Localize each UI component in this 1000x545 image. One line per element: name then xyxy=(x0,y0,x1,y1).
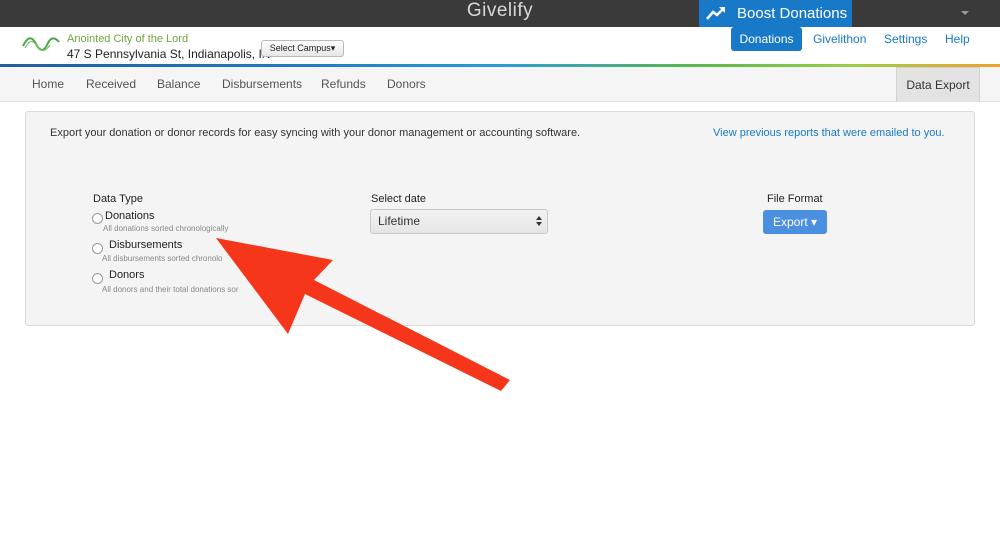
tab-donors[interactable]: Donors xyxy=(387,67,426,102)
option-disbursements-desc: All disbursements sorted chronolo xyxy=(102,254,223,263)
option-donations-label: Donations xyxy=(105,210,155,222)
radio-disbursements[interactable] xyxy=(92,243,103,254)
org-header: Anointed City of the Lord 47 S Pennsylva… xyxy=(0,27,1000,64)
tab-disbursements[interactable]: Disbursements xyxy=(222,67,302,102)
date-select-value: Lifetime xyxy=(378,214,421,228)
boost-donations-button[interactable]: Boost Donations xyxy=(699,0,852,27)
radio-donors[interactable] xyxy=(92,273,103,284)
top-bar: Givelify Boost Donations xyxy=(0,0,1000,27)
chevron-down-icon[interactable] xyxy=(958,8,972,18)
tab-balance[interactable]: Balance xyxy=(157,67,200,102)
option-donors-desc: All donors and their total donations sor xyxy=(102,285,239,294)
radio-donations[interactable] xyxy=(92,213,103,224)
church-address: 47 S Pennsylvania St, Indianapolis, IN xyxy=(67,47,271,61)
select-date-label: Select date xyxy=(371,193,427,205)
file-format-label: File Format xyxy=(767,193,823,205)
nav-givelithon[interactable]: Givelithon xyxy=(813,27,866,51)
select-campus-button[interactable]: Select Campus▾ xyxy=(261,40,344,57)
option-donors-label: Donors xyxy=(109,269,145,281)
export-intro-text: Export your donation or donor records fo… xyxy=(50,127,581,139)
nav-settings[interactable]: Settings xyxy=(884,27,927,51)
tab-refunds[interactable]: Refunds xyxy=(321,67,366,102)
boost-donations-label: Boost Donations xyxy=(737,5,848,22)
export-button[interactable]: Export ▾ xyxy=(763,210,827,234)
tab-data-export[interactable]: Data Export xyxy=(896,67,980,102)
tab-received[interactable]: Received xyxy=(86,67,136,102)
church-name: Anointed City of the Lord xyxy=(67,33,189,45)
organization-logo-icon xyxy=(22,37,60,51)
date-select[interactable]: Lifetime xyxy=(370,209,548,234)
option-donations-desc: All donations sorted chronologically xyxy=(103,224,229,233)
option-disbursements-label: Disbursements xyxy=(109,239,183,251)
nav-help[interactable]: Help xyxy=(945,27,970,51)
previous-reports-link[interactable]: View previous reports that were emailed … xyxy=(713,127,945,139)
nav-donations[interactable]: Donations xyxy=(731,27,802,51)
tab-home[interactable]: Home xyxy=(32,67,64,102)
select-arrows-icon xyxy=(536,216,542,226)
tab-bar: Home Received Balance Disbursements Refu… xyxy=(0,67,1000,102)
data-type-label: Data Type xyxy=(93,193,143,205)
trending-up-icon xyxy=(706,7,725,20)
